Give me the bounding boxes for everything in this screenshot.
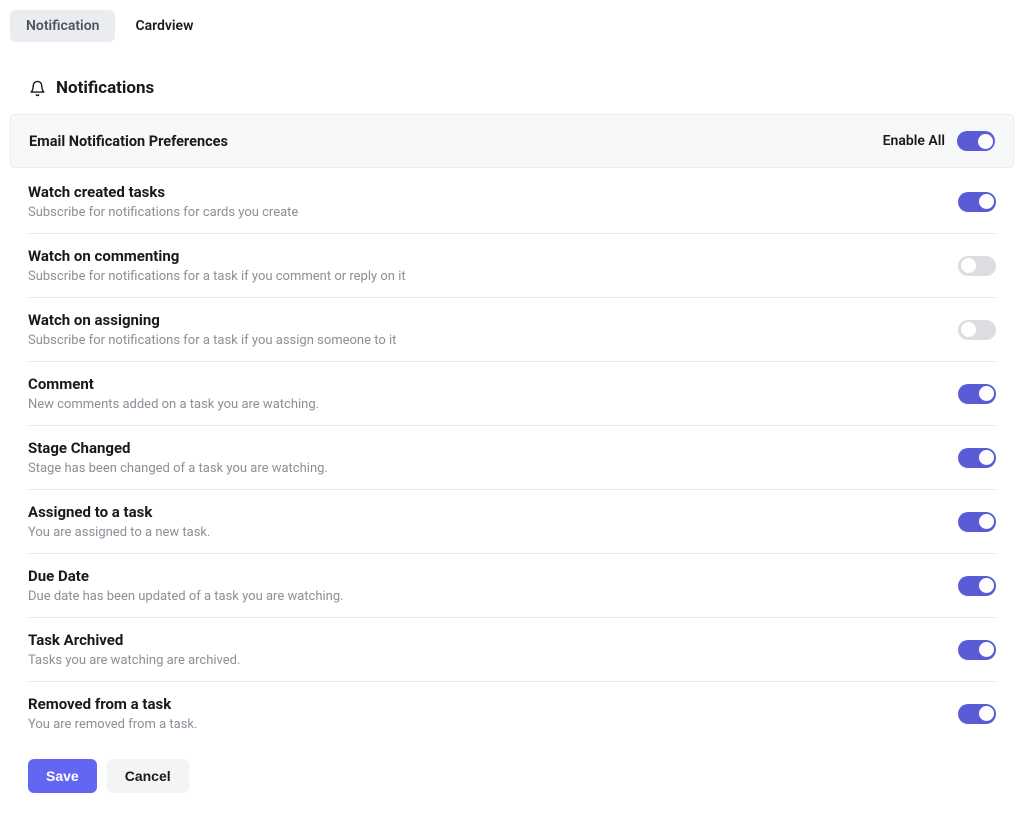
pref-description: Stage has been changed of a task you are… (28, 461, 328, 476)
pref-toggle[interactable] (958, 640, 996, 660)
pref-description: Tasks you are watching are archived. (28, 653, 240, 668)
pref-description: You are removed from a task. (28, 717, 197, 732)
pref-row: Due Date Due date has been updated of a t… (28, 554, 996, 618)
pref-row: Stage Changed Stage has been changed of a… (28, 426, 996, 490)
preferences-list: Watch created tasks Subscribe for notific… (10, 170, 1014, 745)
footer-buttons: Save Cancel (10, 745, 1014, 807)
pref-text: Assigned to a task You are assigned to a … (28, 503, 210, 540)
pref-toggle[interactable] (958, 256, 996, 276)
pref-row: Watch on commenting Subscribe for notific… (28, 234, 996, 298)
pref-text: Watch on assigning Subscribe for notifica… (28, 311, 396, 348)
pref-text: Removed from a task You are removed from … (28, 695, 197, 732)
enable-all-toggle[interactable] (957, 131, 995, 151)
bell-icon (28, 79, 46, 97)
pref-text: Comment New comments added on a task you … (28, 375, 319, 412)
pref-toggle[interactable] (958, 320, 996, 340)
pref-toggle[interactable] (958, 448, 996, 468)
tabs-bar: Notification Cardview (10, 10, 1014, 42)
pref-row: Task Archived Tasks you are watching are … (28, 618, 996, 682)
pref-text: Due Date Due date has been updated of a t… (28, 567, 344, 604)
pref-toggle[interactable] (958, 512, 996, 532)
pref-row: Comment New comments added on a task you … (28, 362, 996, 426)
enable-all-group: Enable All (883, 131, 995, 151)
pref-description: Subscribe for notifications for cards yo… (28, 205, 298, 220)
save-button[interactable]: Save (28, 759, 97, 793)
section-header: Email Notification Preferences Enable Al… (10, 114, 1014, 168)
cancel-button[interactable]: Cancel (107, 759, 189, 793)
pref-title: Stage Changed (28, 439, 328, 457)
pref-title: Due Date (28, 567, 344, 585)
page-header: Notifications (10, 62, 1014, 114)
pref-toggle[interactable] (958, 192, 996, 212)
pref-text: Stage Changed Stage has been changed of a… (28, 439, 328, 476)
section-title: Email Notification Preferences (29, 133, 228, 150)
pref-description: Due date has been updated of a task you … (28, 589, 344, 604)
page-title: Notifications (56, 78, 154, 98)
pref-title: Task Archived (28, 631, 240, 649)
pref-title: Watch on commenting (28, 247, 406, 265)
pref-text: Task Archived Tasks you are watching are … (28, 631, 240, 668)
tab-cardview[interactable]: Cardview (119, 10, 209, 42)
pref-toggle[interactable] (958, 704, 996, 724)
pref-toggle[interactable] (958, 576, 996, 596)
pref-row: Watch created tasks Subscribe for notific… (28, 170, 996, 234)
pref-row: Removed from a task You are removed from … (28, 682, 996, 745)
tab-notification[interactable]: Notification (10, 10, 115, 42)
pref-description: You are assigned to a new task. (28, 525, 210, 540)
pref-row: Assigned to a task You are assigned to a … (28, 490, 996, 554)
pref-text: Watch created tasks Subscribe for notific… (28, 183, 298, 220)
pref-row: Watch on assigning Subscribe for notifica… (28, 298, 996, 362)
pref-title: Removed from a task (28, 695, 197, 713)
pref-description: Subscribe for notifications for a task i… (28, 269, 406, 284)
enable-all-label: Enable All (883, 133, 945, 149)
pref-title: Assigned to a task (28, 503, 210, 521)
pref-title: Watch on assigning (28, 311, 396, 329)
pref-title: Watch created tasks (28, 183, 298, 201)
pref-toggle[interactable] (958, 384, 996, 404)
pref-text: Watch on commenting Subscribe for notific… (28, 247, 406, 284)
pref-description: Subscribe for notifications for a task i… (28, 333, 396, 348)
pref-description: New comments added on a task you are wat… (28, 397, 319, 412)
pref-title: Comment (28, 375, 319, 393)
